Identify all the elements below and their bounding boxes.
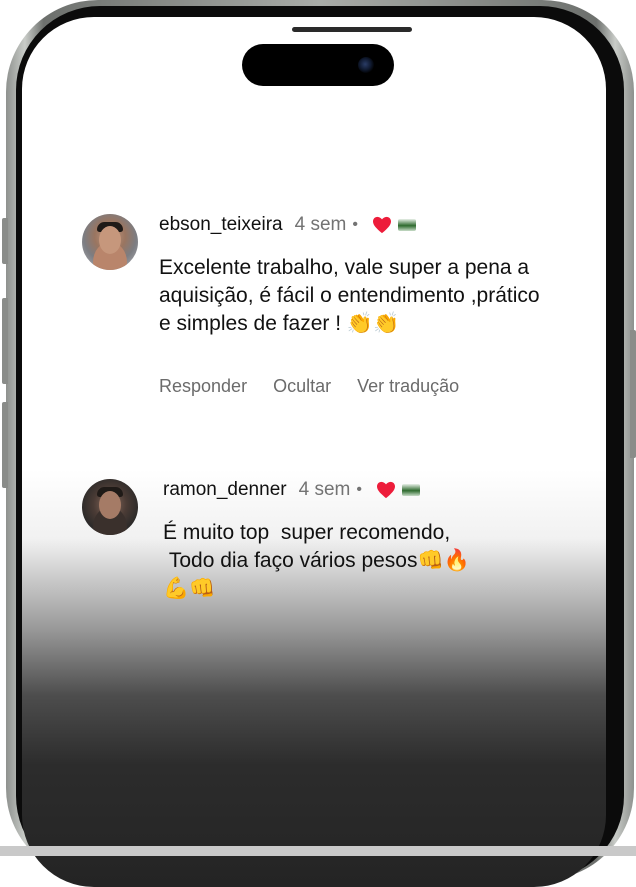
dynamic-island <box>242 44 394 86</box>
mute-switch <box>2 218 8 264</box>
creator-badge-icon <box>401 484 420 496</box>
translate-button[interactable]: Ver tradução <box>357 376 459 397</box>
comment-text: Excelente trabalho, vale super a pena a … <box>159 256 546 335</box>
separator-dot: • <box>356 481 362 498</box>
bottom-edge <box>0 846 636 856</box>
power-button <box>630 330 636 458</box>
username[interactable]: ebson_teixeira <box>159 214 283 236</box>
phone-screen: ebson_teixeira 4 sem • Excelente trabalh… <box>22 17 606 887</box>
username[interactable]: ramon_denner <box>163 479 287 501</box>
timestamp: 4 sem <box>294 214 347 235</box>
comment-header: ramon_denner 4 sem • <box>163 479 420 501</box>
heart-icon[interactable] <box>376 481 396 499</box>
separator-dot: • <box>352 216 358 233</box>
timestamp: 4 sem <box>298 479 351 500</box>
camera-icon <box>358 57 374 73</box>
speaker-grille <box>292 27 412 32</box>
heart-icon[interactable] <box>372 216 392 234</box>
comment-text: É muito top super recomendo, Todo dia fa… <box>163 521 470 600</box>
avatar[interactable] <box>82 479 138 535</box>
volume-down-button <box>2 402 8 488</box>
reply-button[interactable]: Responder <box>159 376 247 397</box>
hide-button[interactable]: Ocultar <box>273 376 331 397</box>
avatar[interactable] <box>82 214 138 270</box>
creator-badge-icon <box>397 219 416 231</box>
avatar-face <box>99 226 121 254</box>
comment-actions: Responder Ocultar Ver tradução <box>159 376 459 397</box>
comment-header: ebson_teixeira 4 sem • <box>159 214 416 236</box>
avatar-face <box>99 491 121 519</box>
volume-up-button <box>2 298 8 384</box>
